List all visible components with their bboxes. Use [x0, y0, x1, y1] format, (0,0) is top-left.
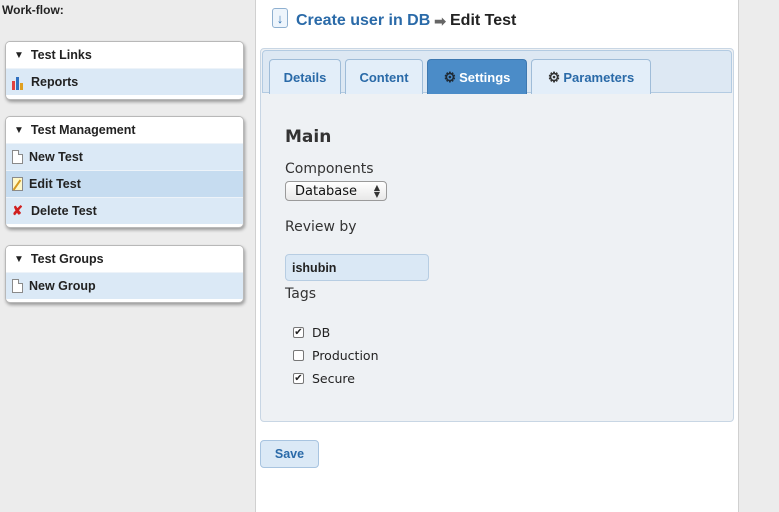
test-links-header[interactable]: ▼ Test Links [6, 42, 243, 68]
sidebar-item-label: Reports [31, 75, 79, 89]
sidebar-item-label: New Test [29, 150, 83, 164]
workflow-title: Work-flow: [2, 3, 64, 17]
document-icon [12, 150, 23, 164]
checkbox-label: Production [312, 347, 379, 363]
checkbox-checked-icon[interactable]: ✔ [293, 372, 304, 384]
tab-details[interactable]: Details [269, 59, 341, 94]
sidebar-item-label: Edit Test [29, 177, 81, 191]
checkbox-label: DB [312, 324, 331, 340]
components-select[interactable]: Database ▲ ▼ [285, 181, 387, 201]
tab-content[interactable]: Content [345, 59, 423, 94]
tab-panel: Details Content ⚙ Settings ⚙ Parameters … [260, 48, 734, 422]
panel-header-label: Test Groups [30, 252, 104, 266]
review-by-label: Review by [285, 219, 357, 235]
tab-label: Content [359, 69, 409, 85]
main-content: ↓ Create user in DB ➡ Edit Test Details … [255, 0, 739, 512]
tag-checkbox-secure[interactable]: ✔ Secure [293, 370, 355, 386]
breadcrumb-current: Edit Test [450, 12, 517, 29]
breadcrumb: ↓ Create user in DB ➡ Edit Test [272, 8, 517, 30]
section-title: Main [285, 127, 332, 147]
checkbox-checked-icon[interactable]: ✔ [293, 326, 304, 338]
test-management-header[interactable]: ▼ Test Management [6, 117, 243, 143]
test-groups-panel: ▼ Test Groups New Group [5, 245, 244, 303]
sidebar-item-edit-test[interactable]: Edit Test [6, 170, 243, 197]
checkbox-unchecked-icon[interactable] [293, 349, 304, 361]
test-management-panel: ▼ Test Management New Test Edit Test ✘ D… [5, 116, 244, 228]
delete-x-icon: ✘ [12, 202, 23, 218]
sidebar-item-delete-test[interactable]: ✘ Delete Test [6, 197, 243, 224]
tab-label: Parameters [563, 69, 635, 85]
sidebar-item-new-test[interactable]: New Test [6, 143, 243, 170]
gear-icon: ⚙ [443, 68, 457, 85]
breadcrumb-link[interactable]: Create user in DB [296, 12, 430, 30]
right-margin [740, 0, 779, 512]
edit-document-icon [12, 177, 23, 191]
tag-checkbox-production[interactable]: Production [293, 347, 379, 363]
tags-label: Tags [285, 286, 316, 302]
test-links-panel: ▼ Test Links Reports [5, 41, 244, 100]
sidebar-item-label: Delete Test [31, 204, 97, 218]
tab-parameters[interactable]: ⚙ Parameters [531, 59, 651, 94]
sidebar-item-reports[interactable]: Reports [6, 68, 243, 95]
select-value: Database [295, 183, 358, 199]
checkbox-label: Secure [312, 370, 355, 386]
components-label: Components [285, 161, 374, 177]
panel-header-label: Test Links [30, 48, 92, 62]
tab-label: Details [283, 69, 327, 85]
bar-chart-icon [12, 75, 25, 90]
document-icon [12, 279, 23, 293]
tab-label: Settings [459, 69, 511, 85]
input-value: ishubin [292, 260, 337, 275]
review-by-input[interactable]: ishubin [285, 254, 429, 281]
tab-bar: Details Content ⚙ Settings ⚙ Parameters [262, 50, 732, 94]
down-arrow-icon: ↓ [272, 8, 288, 28]
tag-checkbox-db[interactable]: ✔ DB [293, 324, 330, 340]
breadcrumb-arrow-icon: ➡ [434, 12, 446, 29]
sidebar-item-new-group[interactable]: New Group [6, 272, 243, 299]
test-groups-header[interactable]: ▼ Test Groups [6, 246, 243, 272]
save-button[interactable]: Save [260, 440, 319, 468]
gear-icon: ⚙ [547, 68, 561, 85]
collapse-triangle-icon: ▼ [14, 124, 24, 136]
sidebar-item-label: New Group [29, 279, 96, 293]
collapse-triangle-icon: ▼ [14, 49, 24, 61]
tab-settings[interactable]: ⚙ Settings [427, 59, 527, 94]
collapse-triangle-icon: ▼ [14, 253, 24, 265]
select-caret-icon: ▲ ▼ [373, 183, 380, 199]
panel-header-label: Test Management [30, 123, 136, 137]
